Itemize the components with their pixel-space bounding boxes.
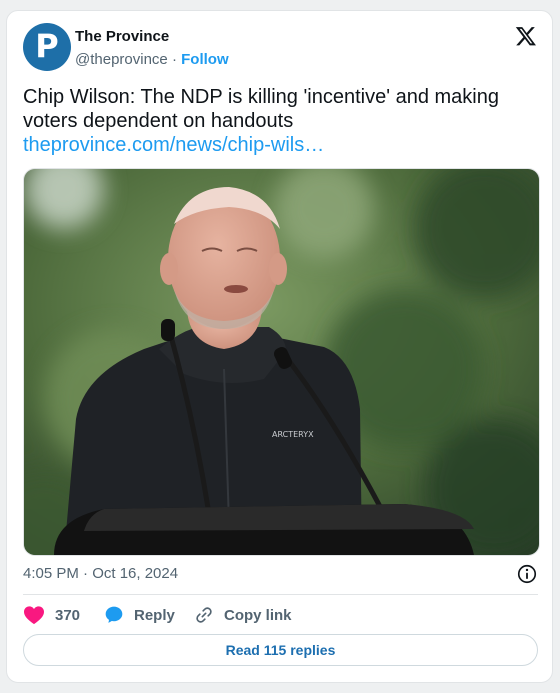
reply-button[interactable]: Reply <box>104 604 175 626</box>
read-replies-button[interactable]: Read 115 replies <box>23 634 538 666</box>
copy-link-button[interactable]: Copy link <box>194 604 292 626</box>
like-count: 370 <box>55 606 81 624</box>
photo-illustration: ARCTERYX <box>24 169 539 555</box>
heart-icon <box>24 606 44 625</box>
handle-row: @theprovince · Follow <box>75 51 229 68</box>
divider <box>23 594 538 595</box>
info-icon[interactable] <box>516 563 538 585</box>
account-name[interactable]: The Province <box>75 28 169 45</box>
avatar-letter: P <box>35 27 59 65</box>
separator: · <box>171 51 177 68</box>
tweet-text: Chip Wilson: The NDP is killing 'incenti… <box>23 86 499 132</box>
jacket-logo: ARCTERYX <box>272 430 314 439</box>
x-logo-icon[interactable] <box>515 25 537 47</box>
reply-bubble-icon <box>105 606 123 623</box>
avatar[interactable]: P <box>23 23 71 71</box>
tweet-card: P The Province @theprovince · Follow Chi… <box>6 10 553 683</box>
tweet-photo[interactable]: ARCTERYX <box>23 168 540 556</box>
like-button[interactable]: 370 <box>23 604 80 626</box>
copy-link-label: Copy link <box>224 606 292 624</box>
reply-label: Reply <box>134 606 175 624</box>
tweet-timestamp[interactable]: 4:05 PM · Oct 16, 2024 <box>23 565 178 582</box>
link-icon <box>196 607 212 623</box>
tweet-link[interactable]: theprovince.com/news/chip-wils… <box>23 133 324 157</box>
follow-button[interactable]: Follow <box>181 51 229 68</box>
account-handle[interactable]: @theprovince <box>75 51 168 68</box>
